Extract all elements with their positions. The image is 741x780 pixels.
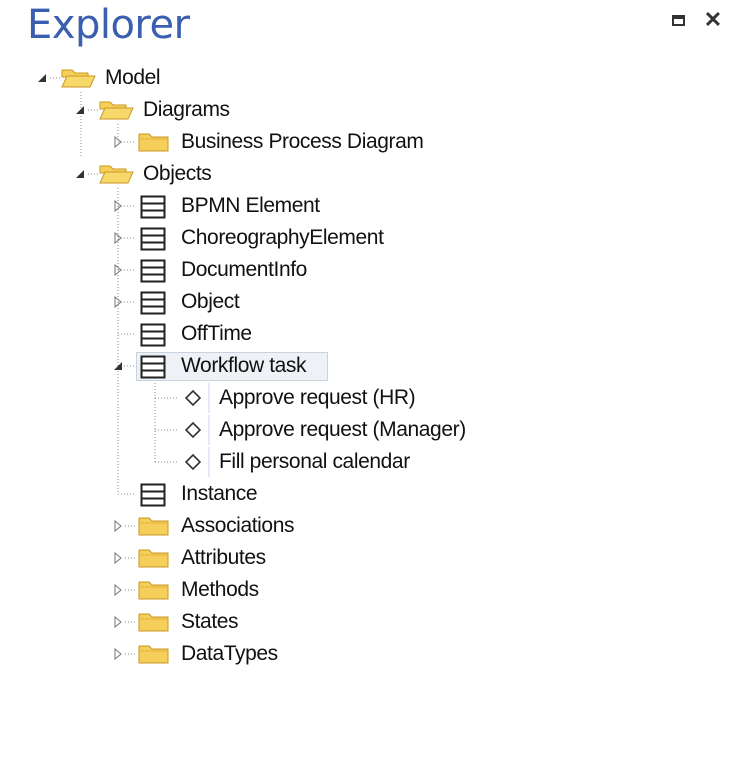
tree-node-diagrams[interactable]: Diagrams [140, 95, 233, 125]
collapsed-triangle-icon [114, 136, 122, 148]
tree-node-off-time[interactable]: OffTime [178, 319, 255, 349]
tree-node-fill-personal-calendar[interactable]: Fill personal calendar [216, 447, 413, 477]
collapsed-triangle-icon [114, 264, 122, 276]
collapsed-triangle-icon [114, 552, 122, 564]
choreography-element-expand-toggle[interactable] [112, 232, 124, 244]
tree-node-label: Approve request (Manager) [219, 418, 466, 441]
tree-node-business-process-diagram[interactable]: Business Process Diagram [178, 127, 427, 157]
folder-icon [138, 581, 169, 600]
maximize-button[interactable] [668, 10, 688, 30]
tree-node-attributes[interactable]: Attributes [178, 543, 269, 573]
tree-node-label: Diagrams [143, 98, 230, 121]
expanded-triangle-icon [114, 362, 122, 370]
folder-icon [138, 549, 169, 568]
states-expand-toggle[interactable] [112, 616, 124, 628]
expanded-triangle-icon [38, 74, 46, 82]
tree-node-label: Attributes [181, 546, 266, 569]
tree-node-label: Model [105, 66, 161, 89]
maximize-icon [671, 14, 685, 26]
diamond-icon [184, 421, 202, 439]
expanded-triangle-icon [76, 106, 84, 114]
open-folder-icon [61, 69, 96, 88]
tree-node-object[interactable]: Object [178, 287, 242, 317]
tree-node-label: ChoreographyElement [181, 226, 384, 249]
separator-line [208, 383, 210, 413]
associations-expand-toggle[interactable] [112, 520, 124, 532]
tree-node-label: DocumentInfo [181, 258, 307, 281]
class-icon [140, 195, 166, 219]
diamond-icon [184, 389, 202, 407]
tree-node-label: BPMN Element [181, 194, 320, 217]
close-icon: ✕ [703, 7, 723, 32]
objects-collapse-toggle[interactable] [74, 168, 86, 180]
close-button[interactable]: ✕ [703, 7, 723, 32]
class-icon [140, 483, 166, 507]
attributes-expand-toggle[interactable] [112, 552, 124, 564]
tree-node-label: Fill personal calendar [219, 450, 410, 473]
object-expand-toggle[interactable] [112, 296, 124, 308]
class-icon [140, 355, 166, 379]
tree-node-label: DataTypes [181, 642, 278, 665]
bpmn-element-expand-toggle[interactable] [112, 200, 124, 212]
business-process-expand-toggle[interactable] [112, 136, 124, 148]
document-info-expand-toggle[interactable] [112, 264, 124, 276]
tree-node-approve-request-manager[interactable]: Approve request (Manager) [216, 415, 469, 445]
model-collapse-toggle[interactable] [36, 72, 48, 84]
tree-node-label: OffTime [181, 322, 252, 345]
expanded-triangle-icon [76, 170, 84, 178]
class-icon [140, 227, 166, 251]
tree-node-methods[interactable]: Methods [178, 575, 262, 605]
collapsed-triangle-icon [114, 616, 122, 628]
tree-node-label: Approve request (HR) [219, 386, 416, 409]
folder-icon [138, 133, 169, 152]
tree-node-label: Associations [181, 514, 295, 537]
data-types-expand-toggle[interactable] [112, 648, 124, 660]
collapsed-triangle-icon [114, 296, 122, 308]
folder-icon [138, 645, 169, 664]
collapsed-triangle-icon [114, 648, 122, 660]
tree-node-approve-request-hr[interactable]: Approve request (HR) [216, 383, 418, 413]
tree-node-choreography-element[interactable]: ChoreographyElement [178, 223, 387, 253]
class-icon [140, 323, 166, 347]
tree-node-label: Object [181, 290, 240, 313]
collapsed-triangle-icon [114, 520, 122, 532]
open-folder-icon [99, 165, 134, 184]
diamond-icon [184, 453, 202, 471]
separator-line [208, 415, 210, 445]
tree-node-workflow-task[interactable]: Workflow task [178, 351, 309, 381]
tree-node-model[interactable]: Model [102, 63, 163, 93]
tree-node-bpmn-element[interactable]: BPMN Element [178, 191, 323, 221]
tree-node-data-types[interactable]: DataTypes [178, 639, 281, 669]
tree-node-instance[interactable]: Instance [178, 479, 260, 509]
workflow-task-collapse-toggle[interactable] [112, 360, 124, 372]
tree-node-states[interactable]: States [178, 607, 241, 637]
panel-title: Explorer [27, 2, 190, 48]
tree-node-label: Methods [181, 578, 259, 601]
tree-node-label: Business Process Diagram [181, 130, 424, 153]
diagrams-collapse-toggle[interactable] [74, 104, 86, 116]
class-icon [140, 291, 166, 315]
class-icon [140, 259, 166, 283]
open-folder-icon [99, 101, 134, 120]
separator-line [208, 447, 210, 477]
tree-node-label: Instance [181, 482, 258, 505]
collapsed-triangle-icon [114, 200, 122, 212]
tree-node-document-info[interactable]: DocumentInfo [178, 255, 310, 285]
tree-node-associations[interactable]: Associations [178, 511, 297, 541]
folder-icon [138, 613, 169, 632]
methods-expand-toggle[interactable] [112, 584, 124, 596]
folder-icon [138, 517, 169, 536]
tree-node-label: States [181, 610, 239, 633]
tree-node-label: Objects [143, 162, 212, 185]
collapsed-triangle-icon [114, 232, 122, 244]
tree-node-label: Workflow task [181, 354, 307, 377]
tree-node-objects[interactable]: Objects [140, 159, 214, 189]
collapsed-triangle-icon [114, 584, 122, 596]
